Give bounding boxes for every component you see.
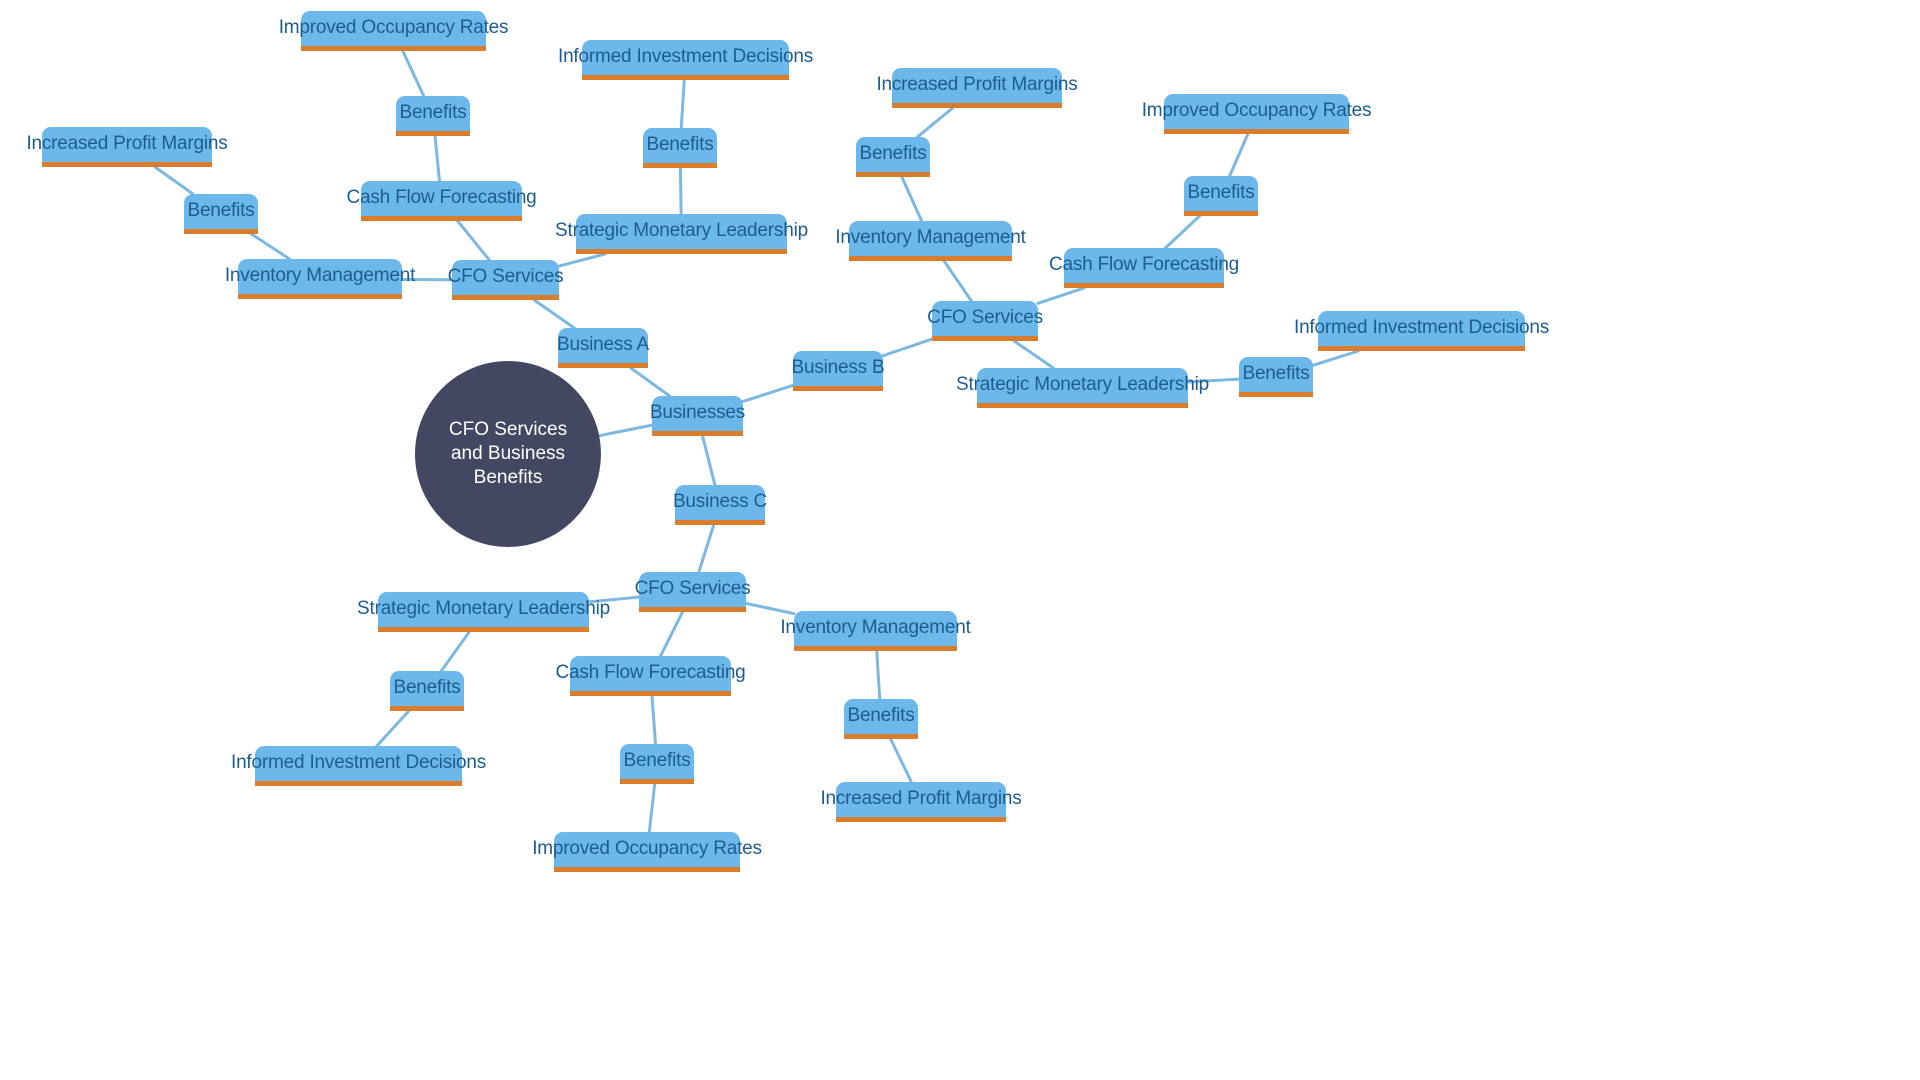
mindmap-node-a_out1[interactable]: Increased Profit Margins (26, 127, 228, 167)
mindmap-edge-bizC-to-cfoC (697, 523, 716, 574)
mindmap-edge-c_strat-to-c_ben1 (439, 630, 471, 673)
mindmap-node-a_strat[interactable]: Strategic Monetary Leadership (555, 214, 808, 254)
mindmap-node-b_ben2[interactable]: Benefits (1184, 176, 1258, 216)
mindmap-node-a_ben3[interactable]: Benefits (643, 128, 717, 168)
mindmap-node-c_invmgmt[interactable]: Inventory Management (780, 611, 971, 651)
mindmap-node-cfoA[interactable]: CFO Services (448, 260, 564, 300)
mindmap-edge-businesses-to-bizB (741, 383, 795, 403)
mindmap-edge-a_ben2-to-a_out2 (401, 49, 426, 98)
mindmap-edge-cfoB-to-b_cashflow (1036, 286, 1086, 305)
mindmap-edge-cfoA-to-a_cashflow (456, 219, 491, 262)
mindmap-node-b_ben3[interactable]: Benefits (1239, 357, 1313, 397)
mindmap-edge-b_ben1-to-b_out1 (915, 106, 955, 139)
mindmap-node-c_out3[interactable]: Increased Profit Margins (820, 782, 1022, 822)
mindmap-edge-a_invmgmt-to-a_ben1 (249, 232, 292, 261)
mindmap-node-b_out2[interactable]: Improved Occupancy Rates (1142, 94, 1372, 134)
root-node-cfo-services-and-business-benefits[interactable]: CFO Services and Business Benefits (415, 361, 601, 547)
mindmap-node-b_strat[interactable]: Strategic Monetary Leadership (956, 368, 1209, 408)
mindmap-node-b_invmgmt[interactable]: Inventory Management (835, 221, 1026, 261)
mindmap-node-a_out2[interactable]: Improved Occupancy Rates (279, 11, 509, 51)
mindmap-edge-bizA-to-cfoA (532, 298, 576, 330)
mindmap-edge-a_ben1-to-a_out1 (153, 165, 195, 196)
mindmap-node-c_out2[interactable]: Improved Occupancy Rates (532, 832, 762, 872)
mindmap-edge-b_ben2-to-b_out2 (1228, 132, 1250, 178)
mindmap-canvas: CFO Services and Business Benefits Busine… (0, 0, 1920, 1080)
mindmap-edge-cfoC-to-c_invmgmt (744, 601, 796, 616)
mindmap-node-cfoC[interactable]: CFO Services (635, 572, 751, 612)
mindmap-node-c_ben2[interactable]: Benefits (620, 744, 694, 784)
mindmap-node-a_cashflow[interactable]: Cash Flow Forecasting (346, 181, 537, 221)
mindmap-edge-b_ben3-to-b_out3 (1311, 349, 1360, 367)
mindmap-edge-bizB-to-cfoB (881, 337, 934, 358)
mindmap-node-c_out1[interactable]: Informed Investment Decisions (231, 746, 486, 786)
mindmap-edge-b_cashflow-to-b_ben2 (1163, 214, 1202, 250)
mindmap-node-bizA[interactable]: Business A (557, 328, 649, 368)
mindmap-node-a_out3[interactable]: Informed Investment Decisions (558, 40, 813, 80)
mindmap-edge-cfoB-to-b_strat (1012, 339, 1055, 370)
mindmap-edge-businesses-to-bizC (701, 434, 717, 487)
mindmap-node-c_ben3[interactable]: Benefits (844, 699, 918, 739)
mindmap-node-b_cashflow[interactable]: Cash Flow Forecasting (1049, 248, 1239, 288)
mindmap-edge-a_cashflow-to-a_ben2 (433, 134, 441, 183)
mindmap-node-a_ben1[interactable]: Benefits (184, 194, 258, 234)
mindmap-node-c_cashflow[interactable]: Cash Flow Forecasting (555, 656, 746, 696)
mindmap-edge-businesses-to-bizA (629, 366, 672, 398)
mindmap-edge-c_cashflow-to-c_ben2 (650, 694, 658, 746)
mindmap-node-cfoB[interactable]: CFO Services (927, 301, 1043, 341)
mindmap-node-c_strat[interactable]: Strategic Monetary Leadership (357, 592, 610, 632)
mindmap-edge-cfoA-to-a_strat (557, 252, 607, 268)
mindmap-node-a_invmgmt[interactable]: Inventory Management (225, 259, 415, 299)
mindmap-node-bizB[interactable]: Business B (791, 351, 885, 391)
mindmap-edge-b_invmgmt-to-b_ben1 (900, 175, 924, 223)
mindmap-edge-c_invmgmt-to-c_ben3 (875, 649, 882, 701)
mindmap-node-b_out3[interactable]: Informed Investment Decisions (1294, 311, 1549, 351)
mindmap-edge-cfoB-to-b_invmgmt (942, 259, 973, 303)
mindmap-edge-a_ben3-to-a_out3 (679, 78, 686, 130)
mindmap-edge-a_strat-to-a_ben3 (678, 166, 683, 216)
mindmap-node-bizC[interactable]: Business C (673, 485, 767, 525)
mindmap-node-c_ben1[interactable]: Benefits (390, 671, 464, 711)
mindmap-node-b_out1[interactable]: Increased Profit Margins (876, 68, 1078, 108)
mindmap-edge-c_ben1-to-c_out1 (375, 709, 411, 748)
mindmap-edge-c_ben3-to-c_out3 (889, 737, 913, 784)
mindmap-node-a_ben2[interactable]: Benefits (396, 96, 470, 136)
mindmap-node-b_ben1[interactable]: Benefits (856, 137, 930, 177)
mindmap-node-businesses[interactable]: Businesses (650, 396, 745, 436)
mindmap-edge-c_ben2-to-c_out2 (647, 782, 657, 834)
mindmap-edge-root-to-businesses (597, 423, 654, 438)
mindmap-edge-cfoC-to-c_cashflow (659, 610, 684, 658)
edge-layer (153, 49, 1360, 834)
